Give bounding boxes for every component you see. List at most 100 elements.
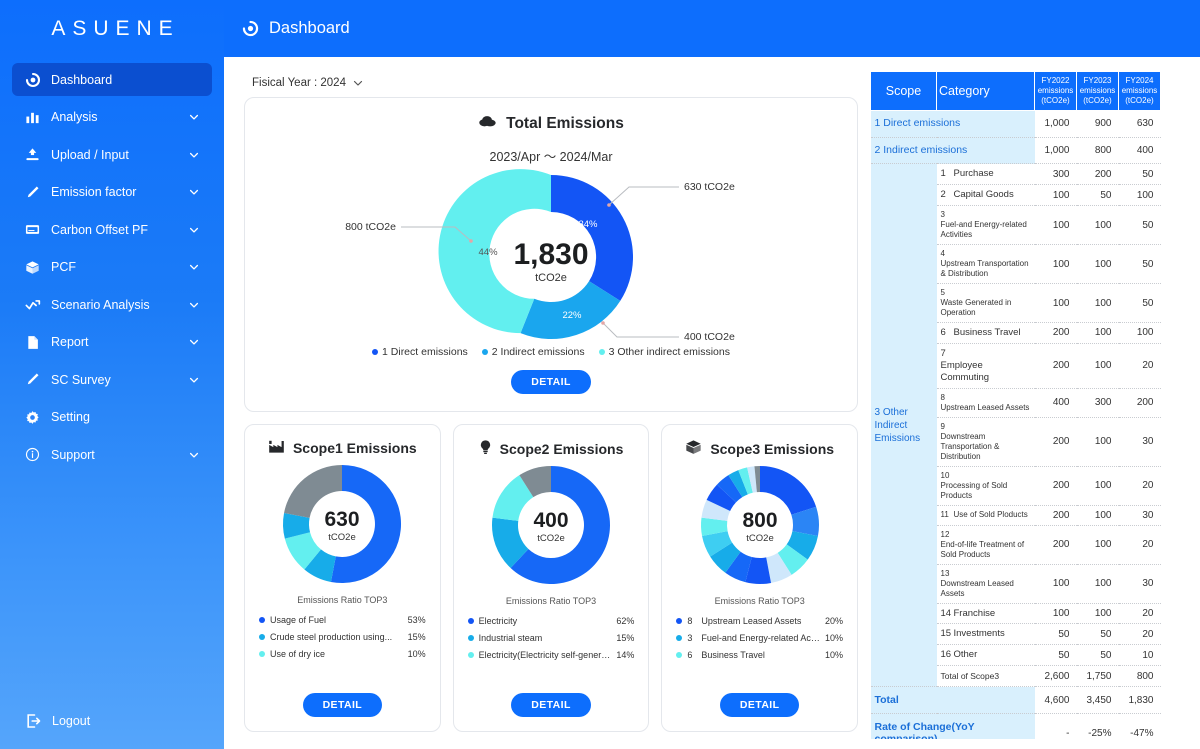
cell-category: 9Downstream Transportation & Distributio… — [937, 417, 1035, 466]
header-fy2023-l3: (tCO2e) — [1079, 96, 1116, 106]
scope-card-header: Scope1 Emissions — [245, 425, 440, 457]
chevron-down-icon[interactable] — [188, 299, 200, 311]
donut-center-value: 800 — [742, 509, 777, 532]
cell-category: 13Downstream Leased Assets — [937, 564, 1035, 603]
sidebar-item-analysis[interactable]: Analysis — [12, 101, 212, 134]
cell-fy2024: 200 — [1119, 388, 1161, 417]
cell-fy2022: 1,000 — [1035, 111, 1077, 138]
total-emissions-donut[interactable]: 1,830 tCO2e 34% 22% 44% — [331, 168, 771, 346]
sidebar-item-carbon-offset-pf[interactable]: Carbon Offset PF — [12, 213, 212, 246]
scope-card-title: Scope1 Emissions — [293, 440, 417, 456]
sidebar-item-upload-input[interactable]: Upload / Input — [12, 138, 212, 171]
chevron-down-icon[interactable] — [188, 224, 200, 236]
total-emissions-legend: 1 Direct emissions 2 Indirect emissions 3 … — [245, 346, 857, 358]
donut-slice[interactable] — [760, 466, 816, 515]
total-emissions-title: Total Emissions — [506, 115, 624, 133]
cell-category: 14Franchise — [937, 603, 1035, 624]
cell-fy2022: - — [1035, 714, 1077, 739]
logout-button[interactable]: Logout — [24, 712, 90, 729]
cell-fy2022: 200 — [1035, 466, 1077, 505]
chevron-down-icon[interactable] — [352, 76, 365, 89]
legend-item[interactable]: 3 Other indirect emissions — [599, 346, 730, 358]
sidebar-item-support[interactable]: Support — [12, 438, 212, 471]
header-fy2024: FY2024 emissions (tCO2e) — [1119, 72, 1161, 111]
scope-donut-wrap: 400tCO2e — [454, 464, 649, 586]
scope-donut-chart[interactable]: 630tCO2e — [281, 463, 403, 585]
cell-scope3-label: 3 Other Indirect Emissions — [871, 164, 937, 687]
scope-donut-wrap: 800tCO2e — [662, 464, 857, 586]
ratio-item: Industrial steam15% — [468, 629, 635, 646]
chevron-down-icon[interactable] — [188, 149, 200, 161]
sidebar-item-dashboard[interactable]: Dashboard — [12, 63, 212, 96]
chevron-down-icon[interactable] — [188, 261, 200, 273]
sidebar-item-scenario-analysis[interactable]: Scenario Analysis — [12, 288, 212, 321]
cell-fy2024: 10 — [1119, 645, 1161, 666]
ratio-index: 6 — [687, 650, 696, 660]
scope-donut-chart[interactable]: 800tCO2e — [699, 464, 821, 586]
category-number: 14 — [941, 608, 954, 620]
category-number: 9 — [941, 422, 954, 432]
cell-category: 1Purchase — [937, 164, 1035, 185]
category-name: Upstream Transportation & Distribution — [941, 259, 1033, 279]
cell-fy2024: 50 — [1119, 245, 1161, 284]
sidebar-item-setting[interactable]: Setting — [12, 401, 212, 434]
sidebar-item-label: Upload / Input — [51, 148, 129, 162]
table-row-yoy[interactable]: Rate of Change(YoY comparison)--25%-47% — [871, 714, 1161, 739]
category-name: Processing of Sold Products — [941, 481, 1033, 501]
cell-scope1-label: 1 Direct emissions — [871, 111, 1035, 138]
sidebar-item-label: Analysis — [51, 110, 98, 124]
cell-fy2024: 50 — [1119, 164, 1161, 185]
cell-fy2023: -25% — [1077, 714, 1119, 739]
legend-item[interactable]: 1 Direct emissions — [372, 346, 468, 358]
sidebar-item-label: Report — [51, 335, 89, 349]
ratio-item: Electricity(Electricity self-generation)… — [468, 646, 635, 663]
category-number: 12 — [941, 530, 954, 540]
cell-fy2023: 100 — [1077, 206, 1119, 245]
gear-icon — [24, 409, 41, 426]
total-detail-button[interactable]: DETAIL — [511, 370, 591, 394]
table-row[interactable]: 3 Other Indirect Emissions1Purchase30020… — [871, 164, 1161, 185]
category-name: Fuel-and Energy-related Activities — [941, 220, 1033, 240]
cell-fy2023: 1,750 — [1077, 666, 1119, 687]
cell-category: 6Business Travel — [937, 323, 1035, 344]
fiscal-year-selector[interactable]: Fisical Year : 2024 — [244, 71, 858, 94]
chevron-down-icon[interactable] — [188, 186, 200, 198]
scope-detail-button[interactable]: DETAIL — [720, 693, 800, 717]
sidebar-item-sc-survey[interactable]: SC Survey — [12, 363, 212, 396]
cell-fy2024: 50 — [1119, 206, 1161, 245]
ratio-item: 3Fuel-and Energy-related Activities10% — [676, 629, 843, 646]
cell-fy2023: 200 — [1077, 164, 1119, 185]
scope-detail-button[interactable]: DETAIL — [511, 693, 591, 717]
fiscal-year-label: Fisical Year : 2024 — [252, 77, 346, 89]
header-fy2023-l2: emissions — [1079, 86, 1116, 96]
cell-category: 11Use of Sold Ploducts — [937, 505, 1035, 525]
chevron-down-icon[interactable] — [188, 374, 200, 386]
ratio-item: 6Business Travel10% — [676, 646, 843, 663]
sidebar-item-emission-factor[interactable]: Emission factor — [12, 176, 212, 209]
slice-label-22: 22% — [562, 310, 582, 321]
scope-donut-chart[interactable]: 400tCO2e — [490, 464, 612, 586]
ratio-item: 8Upstream Leased Assets20% — [676, 612, 843, 629]
emissions-table-head: Scope Category FY2022 emissions (tCO2e) … — [871, 72, 1161, 111]
legend-item[interactable]: 2 Indirect emissions — [482, 346, 585, 358]
ratio-color-dot — [468, 618, 474, 624]
ratio-name: Industrial steam — [479, 633, 612, 643]
chevron-down-icon[interactable] — [188, 336, 200, 348]
header-fy2022-l1: FY2022 — [1037, 76, 1074, 86]
chevron-down-icon[interactable] — [188, 449, 200, 461]
cell-category: 2Capital Goods — [937, 185, 1035, 206]
sidebar-item-report[interactable]: Report — [12, 326, 212, 359]
sidebar-item-pcf[interactable]: PCF — [12, 251, 212, 284]
scope-detail-button[interactable]: DETAIL — [303, 693, 383, 717]
table-row-total[interactable]: Total4,6003,4501,830 — [871, 687, 1161, 714]
slice-label-44: 44% — [478, 247, 498, 258]
scope-card-2: Scope2 Emissions400tCO2eEmissions Ratio … — [453, 424, 650, 732]
legend-color-dot — [372, 349, 378, 355]
table-row-scope1[interactable]: 1 Direct emissions1,000900630 — [871, 111, 1161, 138]
cell-fy2023: 100 — [1077, 245, 1119, 284]
cell-fy2022: 100 — [1035, 245, 1077, 284]
cell-fy2023: 100 — [1077, 505, 1119, 525]
chevron-down-icon[interactable] — [188, 111, 200, 123]
table-row-scope2[interactable]: 2 Indirect emissions1,000800400 — [871, 137, 1161, 164]
cell-fy2023: 3,450 — [1077, 687, 1119, 714]
